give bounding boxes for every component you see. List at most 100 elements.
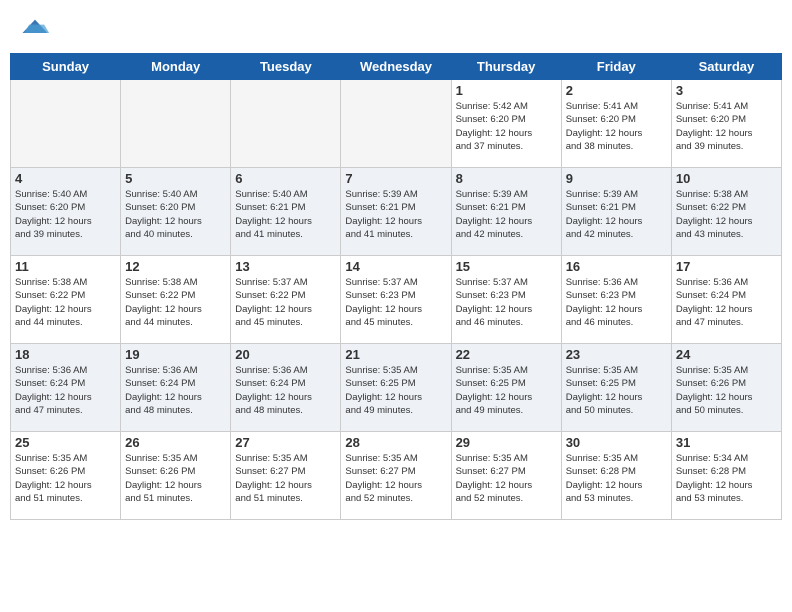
day-number: 7 (345, 171, 446, 186)
weekday-header-saturday: Saturday (671, 54, 781, 80)
calendar-empty-cell (11, 80, 121, 168)
day-number: 31 (676, 435, 777, 450)
day-number: 11 (15, 259, 116, 274)
calendar-day-cell: 14 Sunrise: 5:37 AM Sunset: 6:23 PM Dayli… (341, 256, 451, 344)
day-number: 24 (676, 347, 777, 362)
calendar-day-cell: 20 Sunrise: 5:36 AM Sunset: 6:24 PM Dayli… (231, 344, 341, 432)
calendar-day-cell: 24 Sunrise: 5:35 AM Sunset: 6:26 PM Dayli… (671, 344, 781, 432)
calendar-day-cell: 18 Sunrise: 5:36 AM Sunset: 6:24 PM Dayli… (11, 344, 121, 432)
day-number: 2 (566, 83, 667, 98)
day-info: Sunrise: 5:41 AM Sunset: 6:20 PM Dayligh… (676, 100, 777, 153)
day-info: Sunrise: 5:39 AM Sunset: 6:21 PM Dayligh… (345, 188, 446, 241)
day-info: Sunrise: 5:35 AM Sunset: 6:27 PM Dayligh… (345, 452, 446, 505)
day-number: 12 (125, 259, 226, 274)
day-number: 16 (566, 259, 667, 274)
day-info: Sunrise: 5:35 AM Sunset: 6:25 PM Dayligh… (566, 364, 667, 417)
day-info: Sunrise: 5:35 AM Sunset: 6:26 PM Dayligh… (125, 452, 226, 505)
day-number: 28 (345, 435, 446, 450)
day-info: Sunrise: 5:35 AM Sunset: 6:26 PM Dayligh… (15, 452, 116, 505)
day-info: Sunrise: 5:35 AM Sunset: 6:26 PM Dayligh… (676, 364, 777, 417)
calendar-day-cell: 30 Sunrise: 5:35 AM Sunset: 6:28 PM Dayli… (561, 432, 671, 520)
logo-icon (20, 18, 50, 38)
day-info: Sunrise: 5:37 AM Sunset: 6:22 PM Dayligh… (235, 276, 336, 329)
calendar-day-cell: 11 Sunrise: 5:38 AM Sunset: 6:22 PM Dayli… (11, 256, 121, 344)
day-info: Sunrise: 5:36 AM Sunset: 6:24 PM Dayligh… (676, 276, 777, 329)
weekday-header-row: SundayMondayTuesdayWednesdayThursdayFrid… (11, 54, 782, 80)
day-info: Sunrise: 5:40 AM Sunset: 6:20 PM Dayligh… (15, 188, 116, 241)
day-number: 9 (566, 171, 667, 186)
day-info: Sunrise: 5:40 AM Sunset: 6:21 PM Dayligh… (235, 188, 336, 241)
calendar-day-cell: 19 Sunrise: 5:36 AM Sunset: 6:24 PM Dayli… (121, 344, 231, 432)
day-info: Sunrise: 5:37 AM Sunset: 6:23 PM Dayligh… (456, 276, 557, 329)
calendar-day-cell: 23 Sunrise: 5:35 AM Sunset: 6:25 PM Dayli… (561, 344, 671, 432)
day-info: Sunrise: 5:35 AM Sunset: 6:27 PM Dayligh… (456, 452, 557, 505)
calendar-day-cell: 25 Sunrise: 5:35 AM Sunset: 6:26 PM Dayli… (11, 432, 121, 520)
day-info: Sunrise: 5:36 AM Sunset: 6:24 PM Dayligh… (235, 364, 336, 417)
calendar-day-cell: 22 Sunrise: 5:35 AM Sunset: 6:25 PM Dayli… (451, 344, 561, 432)
calendar-day-cell: 1Sunrise: 5:42 AM Sunset: 6:20 PM Daylig… (451, 80, 561, 168)
day-number: 25 (15, 435, 116, 450)
calendar-empty-cell (341, 80, 451, 168)
calendar-day-cell: 26 Sunrise: 5:35 AM Sunset: 6:26 PM Dayli… (121, 432, 231, 520)
day-info: Sunrise: 5:34 AM Sunset: 6:28 PM Dayligh… (676, 452, 777, 505)
calendar-day-cell: 13 Sunrise: 5:37 AM Sunset: 6:22 PM Dayli… (231, 256, 341, 344)
calendar-week-row: 4Sunrise: 5:40 AM Sunset: 6:20 PM Daylig… (11, 168, 782, 256)
day-number: 29 (456, 435, 557, 450)
calendar-day-cell: 7 Sunrise: 5:39 AM Sunset: 6:21 PM Daylig… (341, 168, 451, 256)
day-info: Sunrise: 5:38 AM Sunset: 6:22 PM Dayligh… (15, 276, 116, 329)
day-info: Sunrise: 5:40 AM Sunset: 6:20 PM Dayligh… (125, 188, 226, 241)
calendar-day-cell: 8 Sunrise: 5:39 AM Sunset: 6:21 PM Daylig… (451, 168, 561, 256)
day-number: 10 (676, 171, 777, 186)
day-number: 5 (125, 171, 226, 186)
day-number: 15 (456, 259, 557, 274)
weekday-header-sunday: Sunday (11, 54, 121, 80)
logo (20, 18, 54, 43)
calendar-wrapper: SundayMondayTuesdayWednesdayThursdayFrid… (0, 53, 792, 530)
day-number: 26 (125, 435, 226, 450)
day-info: Sunrise: 5:39 AM Sunset: 6:21 PM Dayligh… (456, 188, 557, 241)
calendar-day-cell: 31 Sunrise: 5:34 AM Sunset: 6:28 PM Dayli… (671, 432, 781, 520)
day-number: 14 (345, 259, 446, 274)
day-info: Sunrise: 5:35 AM Sunset: 6:28 PM Dayligh… (566, 452, 667, 505)
day-number: 8 (456, 171, 557, 186)
calendar-week-row: 1Sunrise: 5:42 AM Sunset: 6:20 PM Daylig… (11, 80, 782, 168)
day-info: Sunrise: 5:37 AM Sunset: 6:23 PM Dayligh… (345, 276, 446, 329)
day-number: 19 (125, 347, 226, 362)
calendar-day-cell: 17 Sunrise: 5:36 AM Sunset: 6:24 PM Dayli… (671, 256, 781, 344)
weekday-header-friday: Friday (561, 54, 671, 80)
day-number: 22 (456, 347, 557, 362)
day-info: Sunrise: 5:38 AM Sunset: 6:22 PM Dayligh… (125, 276, 226, 329)
day-info: Sunrise: 5:36 AM Sunset: 6:24 PM Dayligh… (15, 364, 116, 417)
weekday-header-thursday: Thursday (451, 54, 561, 80)
day-info: Sunrise: 5:42 AM Sunset: 6:20 PM Dayligh… (456, 100, 557, 153)
day-number: 18 (15, 347, 116, 362)
calendar-day-cell: 27Sunrise: 5:35 AM Sunset: 6:27 PM Dayli… (231, 432, 341, 520)
day-number: 30 (566, 435, 667, 450)
day-number: 20 (235, 347, 336, 362)
day-info: Sunrise: 5:39 AM Sunset: 6:21 PM Dayligh… (566, 188, 667, 241)
calendar-day-cell: 4Sunrise: 5:40 AM Sunset: 6:20 PM Daylig… (11, 168, 121, 256)
calendar-day-cell: 3Sunrise: 5:41 AM Sunset: 6:20 PM Daylig… (671, 80, 781, 168)
calendar-day-cell: 12 Sunrise: 5:38 AM Sunset: 6:22 PM Dayli… (121, 256, 231, 344)
day-info: Sunrise: 5:38 AM Sunset: 6:22 PM Dayligh… (676, 188, 777, 241)
day-info: Sunrise: 5:35 AM Sunset: 6:27 PM Dayligh… (235, 452, 336, 505)
calendar-table: SundayMondayTuesdayWednesdayThursdayFrid… (10, 53, 782, 520)
day-number: 13 (235, 259, 336, 274)
day-number: 21 (345, 347, 446, 362)
calendar-empty-cell (231, 80, 341, 168)
weekday-header-monday: Monday (121, 54, 231, 80)
weekday-header-wednesday: Wednesday (341, 54, 451, 80)
day-info: Sunrise: 5:41 AM Sunset: 6:20 PM Dayligh… (566, 100, 667, 153)
calendar-day-cell: 29 Sunrise: 5:35 AM Sunset: 6:27 PM Dayli… (451, 432, 561, 520)
calendar-day-cell: 16 Sunrise: 5:36 AM Sunset: 6:23 PM Dayli… (561, 256, 671, 344)
day-number: 17 (676, 259, 777, 274)
day-info: Sunrise: 5:36 AM Sunset: 6:23 PM Dayligh… (566, 276, 667, 329)
day-info: Sunrise: 5:36 AM Sunset: 6:24 PM Dayligh… (125, 364, 226, 417)
day-number: 23 (566, 347, 667, 362)
day-info: Sunrise: 5:35 AM Sunset: 6:25 PM Dayligh… (456, 364, 557, 417)
calendar-day-cell: 10 Sunrise: 5:38 AM Sunset: 6:22 PM Dayli… (671, 168, 781, 256)
page-header (0, 0, 792, 53)
calendar-day-cell: 5 Sunrise: 5:40 AM Sunset: 6:20 PM Daylig… (121, 168, 231, 256)
calendar-day-cell: 6Sunrise: 5:40 AM Sunset: 6:21 PM Daylig… (231, 168, 341, 256)
calendar-week-row: 25 Sunrise: 5:35 AM Sunset: 6:26 PM Dayli… (11, 432, 782, 520)
